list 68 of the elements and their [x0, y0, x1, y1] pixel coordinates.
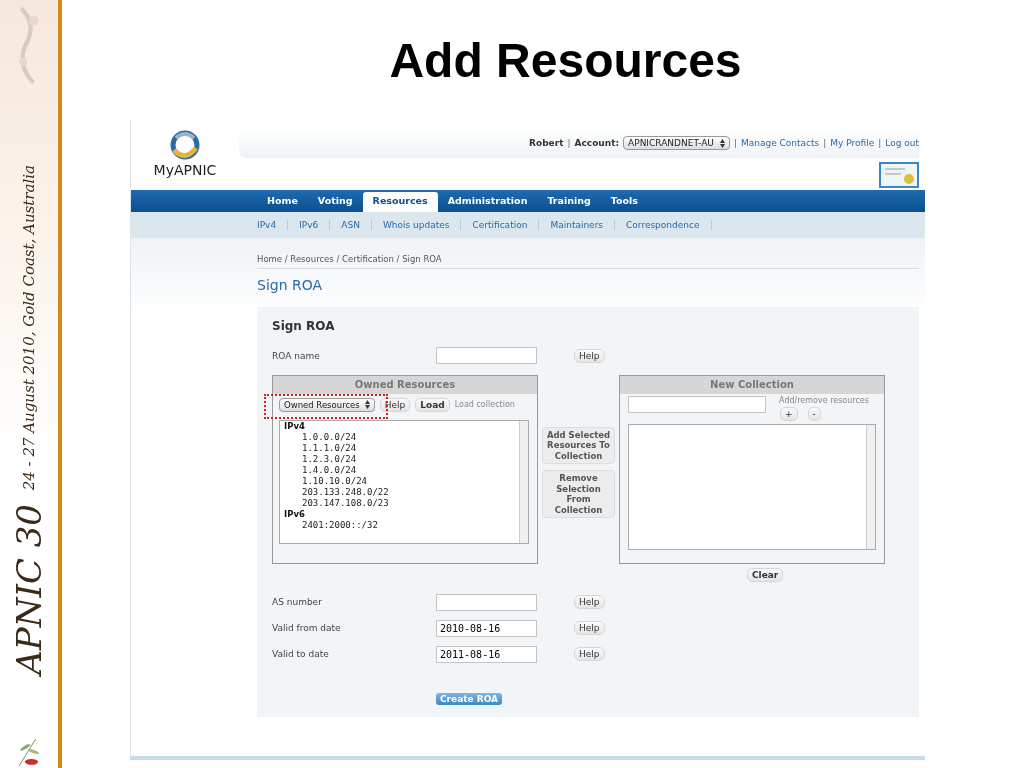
separator: | [823, 138, 827, 148]
add-button[interactable]: + [780, 406, 798, 421]
tree-item[interactable]: 1.0.0.0/24 [284, 431, 515, 443]
separator: | [878, 138, 882, 148]
help-button[interactable]: Help [574, 621, 605, 636]
subnav-link[interactable]: IPv6 [288, 220, 331, 230]
subnav-link[interactable]: Certification [461, 220, 540, 230]
field-label: ROA name [272, 350, 321, 361]
tree-item[interactable]: 1.10.10.0/24 [284, 475, 515, 487]
page-title: Sign ROA [257, 277, 324, 293]
tree-item[interactable]: 1.1.1.0/24 [284, 442, 515, 454]
tree-item[interactable]: 1.4.0.0/24 [284, 464, 515, 476]
certificate-icon [879, 162, 919, 188]
resource-select[interactable]: Owned Resources [279, 397, 375, 412]
nav-tab[interactable]: Tools [600, 190, 648, 212]
form-heading: Sign ROA [272, 319, 336, 333]
tree-item[interactable]: 203.133.248.0/22 [284, 486, 515, 498]
event-dates: 24 - 27 August 2010, Gold Coast, Australia [20, 165, 38, 491]
subnav-link[interactable]: Whois updates [371, 220, 462, 230]
action-button[interactable]: Remove Selection From Collection [542, 470, 615, 519]
text-field[interactable] [436, 347, 537, 365]
field-label: Valid from date [272, 623, 342, 634]
subnav-link[interactable]: Maintainers [539, 220, 616, 230]
separator: | [567, 138, 571, 148]
help-button[interactable]: Help [574, 595, 605, 610]
logo-icon [168, 128, 202, 162]
nav-tab[interactable]: Resources [362, 192, 438, 212]
field-label: Valid to date [272, 649, 330, 660]
updown-icon [719, 138, 725, 148]
help-button[interactable]: Help [574, 348, 605, 363]
tree-group[interactable]: IPv6 [284, 508, 515, 520]
collection-field[interactable] [628, 395, 766, 413]
text-field[interactable]: 2011-08-16 [436, 645, 537, 663]
header-link[interactable]: Log out [885, 138, 919, 148]
subnav-link[interactable]: ASN [330, 220, 372, 230]
nav-tab[interactable]: Training [537, 190, 601, 212]
tree-item[interactable]: 203.147.108.0/23 [284, 497, 515, 509]
help-button[interactable]: Help [574, 647, 605, 662]
text-field[interactable] [436, 593, 537, 611]
tree-item[interactable]: 2401:2000::/32 [284, 519, 515, 531]
field-label: AS number [272, 597, 323, 608]
account-select[interactable]: APNICRANDNET-AU [623, 136, 730, 150]
clear-button[interactable]: Clear [747, 567, 784, 582]
text-field[interactable]: 2010-08-16 [436, 619, 537, 637]
header-link[interactable]: Manage Contacts [740, 138, 820, 148]
slide-title: Add Resources [388, 32, 743, 89]
load-button[interactable]: Load [415, 397, 450, 412]
logo-text: MyAPNIC [153, 162, 217, 178]
user-name: Robert [529, 138, 564, 148]
subnav-link[interactable]: IPv4 [257, 220, 289, 230]
event-name: APNIC 30 [9, 504, 49, 675]
tree-item[interactable]: 1.2.3.0/24 [284, 453, 515, 465]
panel-title: New Collection [620, 375, 884, 394]
nav-tab[interactable]: Voting [307, 190, 363, 212]
nav-tab[interactable]: Home [257, 190, 308, 212]
remove-button[interactable]: - [807, 406, 821, 421]
header-link[interactable]: My Profile [830, 138, 875, 148]
load-label: Load collection [454, 400, 515, 410]
tree-group[interactable]: IPv4 [284, 420, 515, 432]
action-button[interactable]: Add Selected Resources To Collection [542, 426, 615, 465]
updown-icon [364, 400, 370, 410]
hint-label: Add/remove resources [779, 395, 869, 405]
account-label: Account: [574, 138, 620, 148]
panel-title: Owned Resources [273, 375, 537, 394]
separator: | [733, 138, 737, 148]
nav-tab[interactable]: Administration [437, 190, 538, 212]
subnav-link[interactable]: Correspondence [615, 220, 712, 230]
breadcrumb: Home / Resources / Certification / Sign ROA [257, 254, 919, 269]
